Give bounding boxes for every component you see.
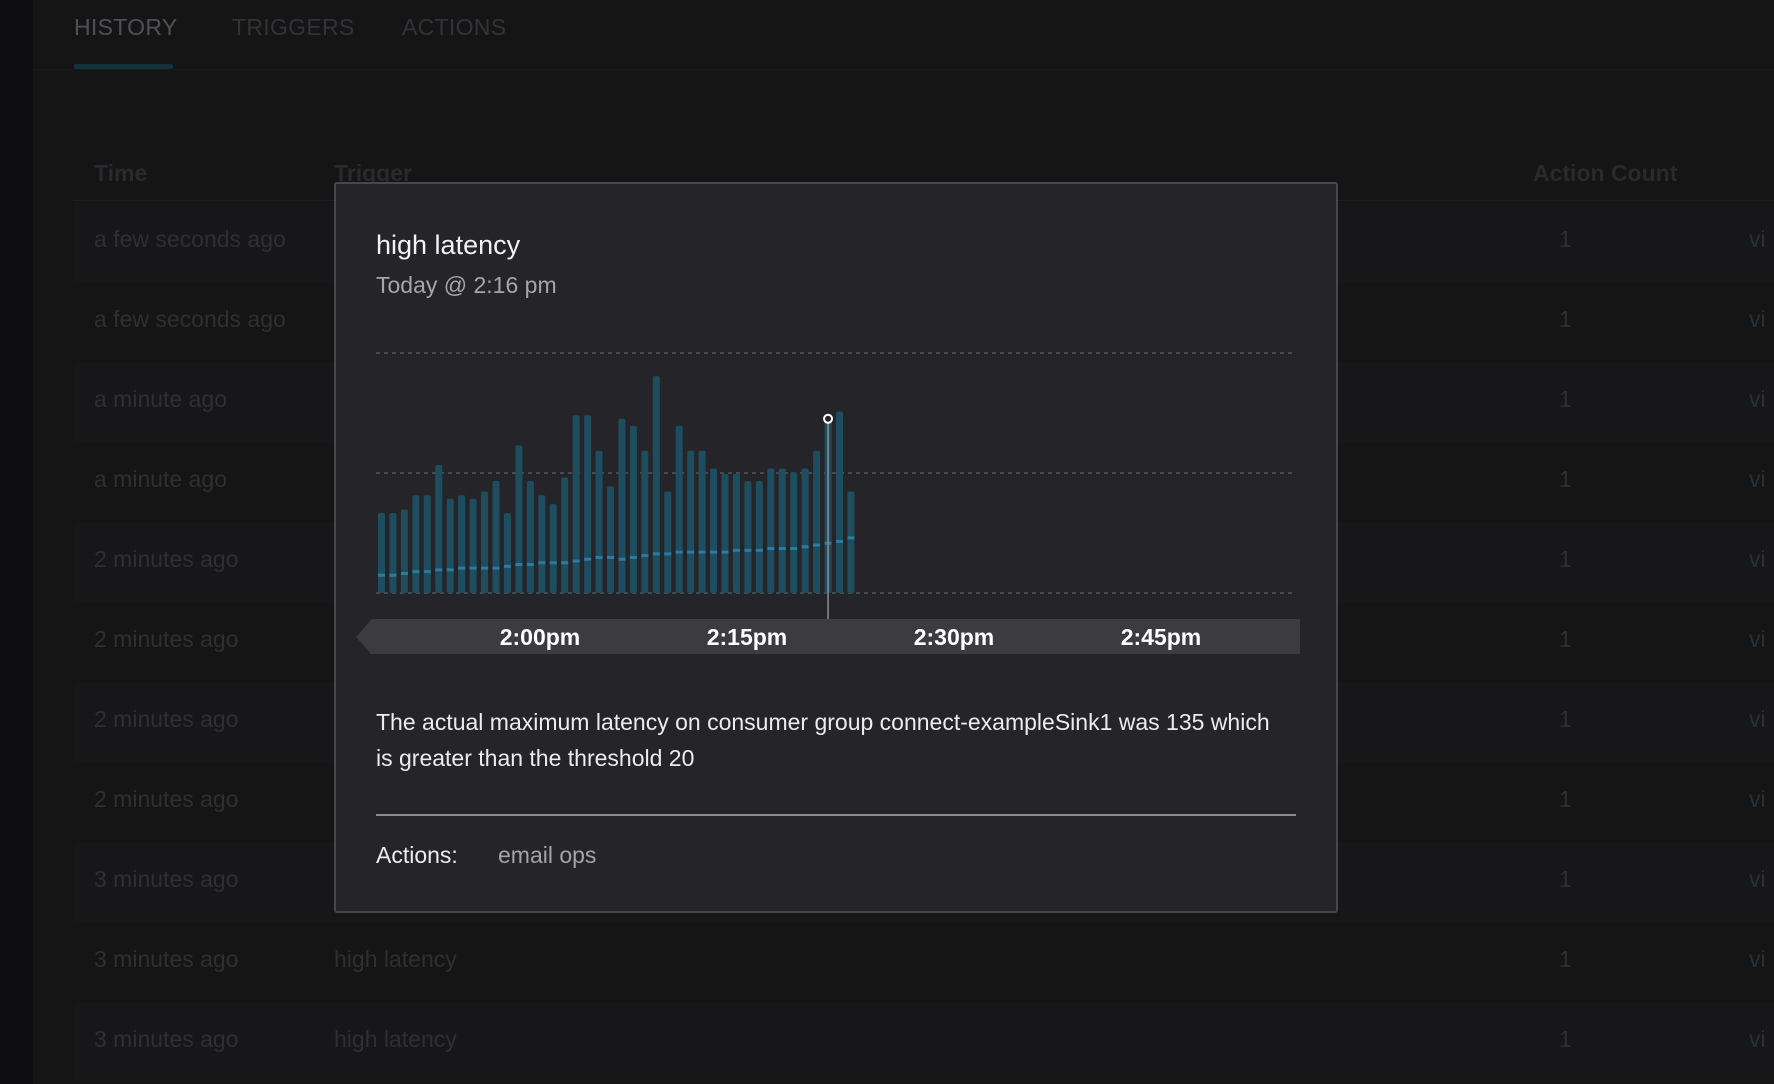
chart-bar — [664, 491, 672, 593]
chart-bar — [767, 468, 775, 593]
chart-bar — [526, 481, 534, 593]
chart-bar — [503, 513, 511, 593]
chart-bar — [698, 450, 706, 593]
chart-bar-marker — [801, 545, 809, 549]
chart-bar-marker — [629, 555, 637, 559]
chart-bar-marker — [400, 571, 408, 575]
chart-bar — [572, 415, 580, 593]
chart-bar — [813, 450, 821, 593]
chart-bar-marker — [469, 566, 477, 570]
chart-bar — [790, 472, 798, 593]
chart-bar — [732, 473, 740, 593]
chart-bar-marker — [710, 550, 718, 554]
chart-bar — [515, 445, 523, 593]
chart-bar-marker — [744, 548, 752, 552]
chart-bar-marker — [538, 561, 546, 565]
chart-bar-marker — [526, 563, 534, 567]
chart-bar-marker — [458, 566, 466, 570]
chart-bar — [710, 468, 718, 593]
chart-bar — [778, 468, 786, 593]
alert-message: The actual maximum latency on consumer g… — [376, 709, 1270, 771]
chart-bar — [801, 468, 809, 593]
chart-bar — [687, 450, 695, 593]
chart-bar — [652, 376, 660, 593]
chart-bar-marker — [790, 547, 798, 551]
chart-bar-marker — [755, 548, 763, 552]
chart-bar-marker — [687, 550, 695, 554]
chart-bar-marker — [641, 554, 649, 558]
chart-bar-marker — [767, 547, 775, 551]
x-tick-label: 2:00pm — [500, 624, 581, 650]
chart-cursor-point[interactable] — [823, 413, 834, 424]
chart-bar-marker — [561, 561, 569, 565]
chart-bar-marker — [503, 564, 511, 568]
chart-bar — [595, 450, 603, 593]
chart-bar-marker — [549, 561, 557, 565]
chart-bar — [538, 495, 546, 593]
chart-bar — [492, 481, 500, 593]
chart-bar — [435, 465, 443, 593]
chart-bar-marker — [492, 566, 500, 570]
chart-bar — [755, 481, 763, 593]
chart-bar — [847, 491, 855, 593]
chart-bar-marker — [446, 568, 454, 572]
chart-bar — [584, 415, 592, 593]
chart-bar-marker — [607, 555, 614, 559]
chart-bar-marker — [664, 552, 672, 556]
chart-bar — [618, 418, 626, 593]
latency-chart: 2:00pm 2:15pm 2:30pm 2:45pm — [356, 352, 1300, 654]
chart-bar-marker — [423, 570, 431, 574]
chart-bar — [549, 504, 557, 593]
chart-bar-marker — [435, 568, 443, 572]
chart-bar-marker — [675, 550, 683, 554]
chart-bar-marker — [572, 559, 580, 563]
chart-bar — [836, 411, 843, 593]
chart-bar — [469, 498, 477, 593]
chart-bar-marker — [778, 547, 786, 551]
chart-bar — [561, 477, 569, 593]
chart-bar-marker — [412, 570, 420, 574]
chart-bar — [607, 486, 614, 593]
x-tick-label: 2:30pm — [914, 624, 995, 650]
chart-bar-marker — [836, 539, 843, 543]
chart-bar-marker — [813, 543, 821, 547]
chart-bar-marker — [698, 550, 706, 554]
chart-bar-marker — [481, 566, 489, 570]
chart-bar — [412, 495, 420, 593]
chart-bar — [378, 513, 385, 593]
chart-bar — [400, 509, 408, 593]
chart-bar — [721, 473, 729, 593]
chart-bar — [641, 450, 649, 593]
x-tick-label: 2:45pm — [1121, 624, 1202, 650]
x-tick-label: 2:15pm — [707, 624, 788, 650]
chart-bar-marker — [595, 555, 603, 559]
chart-bar-marker — [515, 563, 523, 567]
chart-bar — [629, 425, 637, 593]
chart-bar-marker — [721, 550, 729, 554]
chart-bar — [389, 513, 397, 593]
app: HISTORY TRIGGERS ACTIONS Time Trigger Ac… — [0, 0, 1774, 1084]
alert-detail-modal: high latency Today @ 2:16 pm 2:00pm 2:15p… — [334, 182, 1338, 913]
chart-bar-marker — [732, 548, 740, 552]
chart-bar-marker — [847, 536, 855, 540]
actions-label: Actions: — [376, 842, 458, 868]
chart-bar — [675, 425, 683, 593]
chart-bar — [423, 495, 431, 593]
chart-bar — [458, 495, 466, 593]
action-email-ops[interactable]: email ops — [498, 842, 596, 869]
chart-bar-marker — [378, 573, 385, 577]
modal-divider — [376, 814, 1296, 816]
chart-bar — [481, 491, 489, 593]
chart-bar-marker — [389, 573, 397, 577]
chart-bar-marker — [584, 557, 592, 561]
chart-bar — [446, 498, 454, 593]
chart-bar-marker — [652, 552, 660, 556]
chart-bar — [744, 481, 752, 593]
chart-bar-marker — [618, 557, 626, 561]
